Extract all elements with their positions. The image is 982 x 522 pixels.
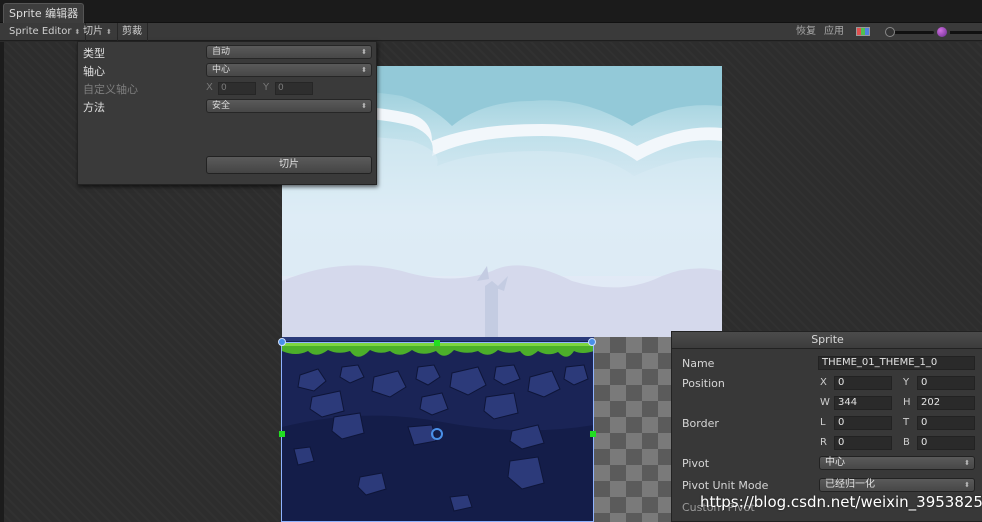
border-b-label: B <box>903 437 910 448</box>
slice-pivot-value: 中心 <box>212 65 231 75</box>
border-r-input[interactable]: 0 <box>834 436 892 450</box>
zoom-slider-handle[interactable] <box>885 27 895 37</box>
selection-handle-top-left[interactable] <box>278 338 286 346</box>
pos-h-label: H <box>903 397 911 408</box>
slice-pivot-dropdown[interactable]: 中心 ⬍ <box>206 63 372 77</box>
mip-level-icon <box>937 27 947 37</box>
sprite-editor-tab[interactable]: Sprite 编辑器 <box>3 3 84 23</box>
sprite-editor-mode-label: Sprite Editor <box>9 26 72 37</box>
slice-button[interactable]: 切片 <box>206 156 372 174</box>
custom-pivot-x-label: X <box>206 82 213 93</box>
selection-handle-right[interactable] <box>590 431 596 437</box>
slice-type-value: 自动 <box>212 47 231 57</box>
slice-popup: 类型 自动 ⬍ 轴心 中心 ⬍ 自定义轴心 X 0 Y 0 方法 安全 ⬍ 切片 <box>77 41 377 185</box>
border-t-label: T <box>903 417 910 428</box>
selection-handle-top-right[interactable] <box>588 338 596 346</box>
custom-pivot-label: 自定义轴心 <box>83 83 138 96</box>
chevron-updown-icon: ⬍ <box>361 48 367 56</box>
name-label: Name <box>682 357 715 370</box>
watermark-text: https://blog.csdn.net/weixin_39538253 <box>700 493 982 511</box>
border-t-input[interactable]: 0 <box>917 416 975 430</box>
slice-method-value: 安全 <box>212 101 231 111</box>
pivot-handle[interactable] <box>431 428 443 440</box>
chevron-updown-icon: ⬍ <box>361 102 367 110</box>
pos-x-input[interactable]: 0 <box>834 376 892 390</box>
pos-h-input[interactable]: 202 <box>917 396 975 410</box>
pivot-label: Pivot <box>682 457 710 470</box>
panel-title: Sprite <box>672 332 982 349</box>
pivot-value: 中心 <box>825 457 845 468</box>
sprite-editor-toolbar: Sprite Editor ⬍ 切片 ⬍ 剪裁 恢复 应用 <box>0 23 982 41</box>
chevron-updown-icon: ⬍ <box>106 28 112 36</box>
border-label: Border <box>682 417 719 430</box>
left-edge-bar <box>0 42 4 522</box>
mip-slider-track[interactable] <box>950 31 982 34</box>
custom-pivot-y-label: Y <box>263 82 270 93</box>
rgb-channels-icon[interactable] <box>856 27 870 36</box>
slice-type-label: 类型 <box>83 47 105 60</box>
border-l-label: L <box>820 417 826 428</box>
slice-pivot-label: 轴心 <box>83 65 105 78</box>
chevron-updown-icon: ⬍ <box>964 459 970 467</box>
pivot-unit-mode-label: Pivot Unit Mode <box>682 479 769 492</box>
slice-menu-button[interactable]: 切片 ⬍ <box>78 23 118 41</box>
border-l-input[interactable]: 0 <box>834 416 892 430</box>
sprite-editor-mode-dropdown[interactable]: Sprite Editor ⬍ <box>4 23 87 41</box>
transparent-area <box>594 337 672 522</box>
pos-y-label: Y <box>903 377 910 388</box>
apply-button[interactable]: 应用 <box>820 23 848 41</box>
revert-button[interactable]: 恢复 <box>792 23 820 41</box>
pivot-unit-mode-value: 已经归一化 <box>825 479 875 490</box>
border-r-label: R <box>820 437 827 448</box>
selection-handle-top[interactable] <box>434 340 440 346</box>
border-b-input[interactable]: 0 <box>917 436 975 450</box>
slice-type-dropdown[interactable]: 自动 ⬍ <box>206 45 372 59</box>
chevron-updown-icon: ⬍ <box>964 481 970 489</box>
chevron-updown-icon: ⬍ <box>361 66 367 74</box>
pos-w-input[interactable]: 344 <box>834 396 892 410</box>
slice-method-dropdown[interactable]: 安全 ⬍ <box>206 99 372 113</box>
pos-x-label: X <box>820 377 827 388</box>
pivot-dropdown[interactable]: 中心 ⬍ <box>819 456 975 470</box>
slice-menu-label: 切片 <box>83 26 103 37</box>
trim-button[interactable]: 剪裁 <box>117 23 148 41</box>
pivot-unit-mode-dropdown[interactable]: 已经归一化 ⬍ <box>819 478 975 492</box>
name-input[interactable]: THEME_01_THEME_1_0 <box>818 356 975 370</box>
selection-handle-left[interactable] <box>279 431 285 437</box>
position-label: Position <box>682 377 725 390</box>
pos-w-label: W <box>820 397 830 408</box>
pos-y-input[interactable]: 0 <box>917 376 975 390</box>
custom-pivot-x-field: 0 <box>218 82 256 95</box>
custom-pivot-y-field: 0 <box>275 82 313 95</box>
slice-method-label: 方法 <box>83 101 105 114</box>
window-tab-strip <box>0 0 982 23</box>
